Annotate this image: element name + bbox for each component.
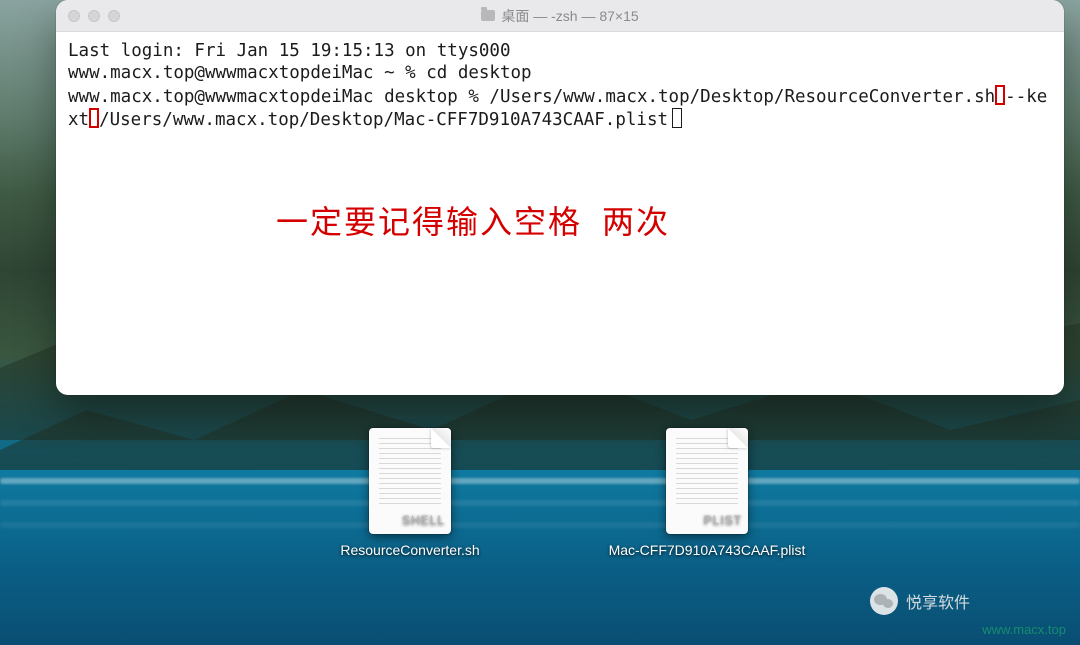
- minimize-icon[interactable]: [88, 10, 100, 22]
- zoom-icon[interactable]: [108, 10, 120, 22]
- terminal-line: /Users/www.macx.top/Desktop/Mac-CFF7D910…: [99, 110, 668, 130]
- file-label: ResourceConverter.sh: [320, 542, 500, 560]
- ocean: [0, 470, 1080, 645]
- close-icon[interactable]: [68, 10, 80, 22]
- file-icon: SHELL: [369, 428, 451, 534]
- desktop-file[interactable]: PLIST Mac-CFF7D910A743CAAF.plist: [602, 428, 812, 560]
- file-type-tag: SHELL: [402, 513, 445, 528]
- window-controls[interactable]: [68, 10, 120, 22]
- window-title: 桌面 — -zsh — 87×15: [501, 6, 638, 26]
- wechat-label: 悦享软件: [906, 589, 970, 613]
- file-type-tag: PLIST: [704, 513, 742, 528]
- terminal-line: www.macx.top@wwwmacxtopdeiMac desktop % …: [68, 87, 995, 107]
- file-icon: PLIST: [666, 428, 748, 534]
- desktop-file[interactable]: SHELL ResourceConverter.sh: [320, 428, 500, 560]
- folder-icon: [481, 10, 495, 21]
- annotation-text: 一定要记得输入空格 两次: [276, 202, 670, 243]
- terminal-window[interactable]: 桌面 — -zsh — 87×15 Last login: Fri Jan 15…: [56, 0, 1064, 395]
- space-marker-icon: [89, 108, 99, 128]
- wechat-watermark: 悦享软件: [870, 587, 970, 615]
- wechat-icon: [870, 587, 898, 615]
- file-label: Mac-CFF7D910A743CAAF.plist: [602, 542, 812, 560]
- window-titlebar[interactable]: 桌面 — -zsh — 87×15: [56, 0, 1064, 32]
- terminal-content[interactable]: Last login: Fri Jan 15 19:15:13 on ttys0…: [56, 32, 1064, 395]
- space-marker-icon: [995, 85, 1005, 105]
- site-watermark: www.macx.top: [982, 622, 1066, 637]
- terminal-line: Last login: Fri Jan 15 19:15:13 on ttys0…: [68, 41, 511, 61]
- desktop-wallpaper: 桌面 — -zsh — 87×15 Last login: Fri Jan 15…: [0, 0, 1080, 645]
- terminal-cursor: [672, 108, 682, 128]
- terminal-line: www.macx.top@wwwmacxtopdeiMac ~ % cd des…: [68, 63, 532, 83]
